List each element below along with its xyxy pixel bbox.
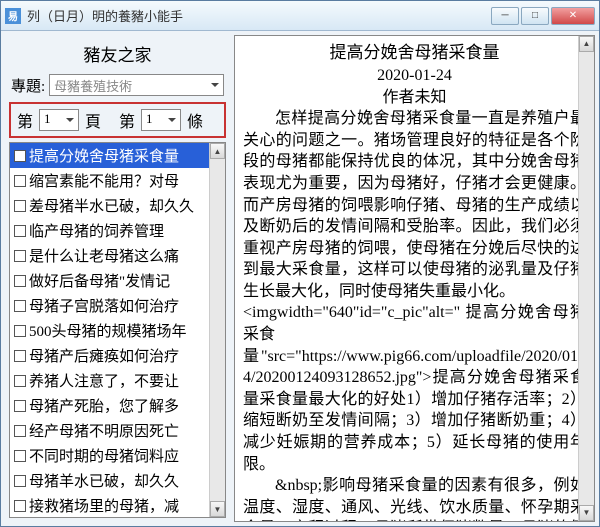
app-window: 易 列（日月）明的養豬小能手 ─ □ ✕ 豬友之家 專題: 母豬養殖技術 第 1… <box>0 0 600 527</box>
list-item-label: 接救猪场里的母猪，减 <box>29 495 179 516</box>
list-item[interactable]: 母猪子宫脱落如何治疗 <box>10 293 225 318</box>
checkbox-icon[interactable] <box>14 250 26 262</box>
app-icon: 易 <box>5 8 21 24</box>
list-item-label: 缩宫素能不能用？对母 <box>29 170 179 191</box>
list-item[interactable]: 母猪产后瘫痪如何治疗 <box>10 343 225 368</box>
list-item-label: 母猪产死胎，您了解多 <box>29 395 179 416</box>
list-item-label: 母猪产后瘫痪如何治疗 <box>29 345 179 366</box>
list-item-label: 提高分娩舍母猪采食量 <box>29 145 179 166</box>
list-item-label: 临产母猪的饲养管理 <box>29 220 164 241</box>
scroll-down-icon[interactable]: ▼ <box>210 501 225 517</box>
checkbox-icon[interactable] <box>14 150 26 162</box>
list-item[interactable]: 母猪产死胎，您了解多 <box>10 393 225 418</box>
list-item-label: 经产母猪不明原因死亡 <box>29 420 179 441</box>
article-img-raw-1: <imgwidth="640"id="c_pic"alt=" 提高分娩舍母猪采食 <box>243 302 586 345</box>
list-item[interactable]: 养猪人注意了，不要让 <box>10 368 225 393</box>
checkbox-icon[interactable] <box>14 325 26 337</box>
list-item-label: 500头母猪的规模猪场年 <box>29 320 187 341</box>
list-item[interactable]: 提高分娩舍母猪采食量 <box>10 143 225 168</box>
pager-di-1: 第 <box>17 108 33 132</box>
checkbox-icon[interactable] <box>14 425 26 437</box>
panel-title: 豬友之家 <box>5 35 230 70</box>
article-title: 提高分娩舍母猪采食量 <box>243 42 586 65</box>
list-item[interactable]: 缩宫素能不能用？对母 <box>10 168 225 193</box>
article-date: 2020-01-24 <box>243 65 586 87</box>
list-item[interactable]: 临产母猪的饲养管理 <box>10 218 225 243</box>
list-item-label: 不同时期的母猪饲料应 <box>29 445 179 466</box>
list-item-label: 做好后备母猪"发情记 <box>29 270 170 291</box>
article-panel: 提高分娩舍母猪采食量 2020-01-24 作者未知 怎样提高分娩舍母猪采食量一… <box>234 35 595 522</box>
checkbox-icon[interactable] <box>14 200 26 212</box>
item-select[interactable]: 1 <box>141 109 181 131</box>
article-paragraph-1: 怎样提高分娩舍母猪采食量一直是养殖户最关心的问题之一。猪场管理良好的特征是各个阶… <box>243 108 586 302</box>
list-item[interactable]: 不同时期的母猪饲料应 <box>10 443 225 468</box>
list-item[interactable]: 差母猪半水已破，却久久 <box>10 193 225 218</box>
article-img-raw-2: 量"src="https://www.pig66.com/uploadfile/… <box>243 346 586 476</box>
checkbox-icon[interactable] <box>14 400 26 412</box>
list-item[interactable]: 做好后备母猪"发情记 <box>10 268 225 293</box>
list-scrollbar[interactable]: ▲ ▼ <box>209 143 225 517</box>
topic-label: 專題: <box>11 75 45 96</box>
list-item-label: 养猪人注意了，不要让 <box>29 370 179 391</box>
minimize-button[interactable]: ─ <box>491 7 519 25</box>
article-list: 提高分娩舍母猪采食量缩宫素能不能用？对母差母猪半水已破，却久久临产母猪的饲养管理… <box>9 142 226 518</box>
topic-select[interactable]: 母豬養殖技術 <box>49 74 224 96</box>
scroll-down-icon[interactable]: ▼ <box>579 505 594 521</box>
scroll-up-icon[interactable]: ▲ <box>210 143 225 159</box>
titlebar: 易 列（日月）明的養豬小能手 ─ □ ✕ <box>1 1 599 31</box>
article-scrollbar[interactable]: ▲ ▼ <box>578 36 594 521</box>
list-item[interactable]: 是什么让老母猪这么痛 <box>10 243 225 268</box>
pager-tiao: 條 <box>187 108 203 132</box>
maximize-button[interactable]: □ <box>521 7 549 25</box>
content-area: 豬友之家 專題: 母豬養殖技術 第 1 頁 第 1 條 提高分娩舍母猪采食量缩宫… <box>1 31 599 526</box>
close-button[interactable]: ✕ <box>551 7 595 25</box>
checkbox-icon[interactable] <box>14 450 26 462</box>
list-item-label: 母猪羊水已破，却久久 <box>29 470 179 491</box>
checkbox-icon[interactable] <box>14 350 26 362</box>
scroll-up-icon[interactable]: ▲ <box>579 36 594 52</box>
pager-di-2: 第 <box>119 108 135 132</box>
list-item[interactable]: 接救猪场里的母猪，减 <box>10 493 225 517</box>
list-item[interactable]: 母猪羊水已破，却久久 <box>10 468 225 493</box>
checkbox-icon[interactable] <box>14 375 26 387</box>
checkbox-icon[interactable] <box>14 225 26 237</box>
window-title: 列（日月）明的養豬小能手 <box>27 6 491 25</box>
list-item[interactable]: 经产母猪不明原因死亡 <box>10 418 225 443</box>
page-select[interactable]: 1 <box>39 109 79 131</box>
list-item-label: 是什么让老母猪这么痛 <box>29 245 179 266</box>
checkbox-icon[interactable] <box>14 300 26 312</box>
article-author: 作者未知 <box>243 87 586 109</box>
topic-row: 專題: 母豬養殖技術 <box>5 70 230 100</box>
article-paragraph-2: &nbsp;影响母猪采食量的因素有很多，例如温度、湿度、通风、光线、饮水质量、怀… <box>243 475 586 522</box>
window-controls: ─ □ ✕ <box>491 7 595 25</box>
checkbox-icon[interactable] <box>14 175 26 187</box>
list-item-label: 差母猪半水已破，却久久 <box>29 195 194 216</box>
checkbox-icon[interactable] <box>14 475 26 487</box>
list-item[interactable]: 500头母猪的规模猪场年 <box>10 318 225 343</box>
checkbox-icon[interactable] <box>14 500 26 512</box>
list-item-label: 母猪子宫脱落如何治疗 <box>29 295 179 316</box>
checkbox-icon[interactable] <box>14 275 26 287</box>
left-panel: 豬友之家 專題: 母豬養殖技術 第 1 頁 第 1 條 提高分娩舍母猪采食量缩宫… <box>5 35 230 522</box>
pager-ye: 頁 <box>85 108 101 132</box>
pager-row: 第 1 頁 第 1 條 <box>9 102 226 138</box>
